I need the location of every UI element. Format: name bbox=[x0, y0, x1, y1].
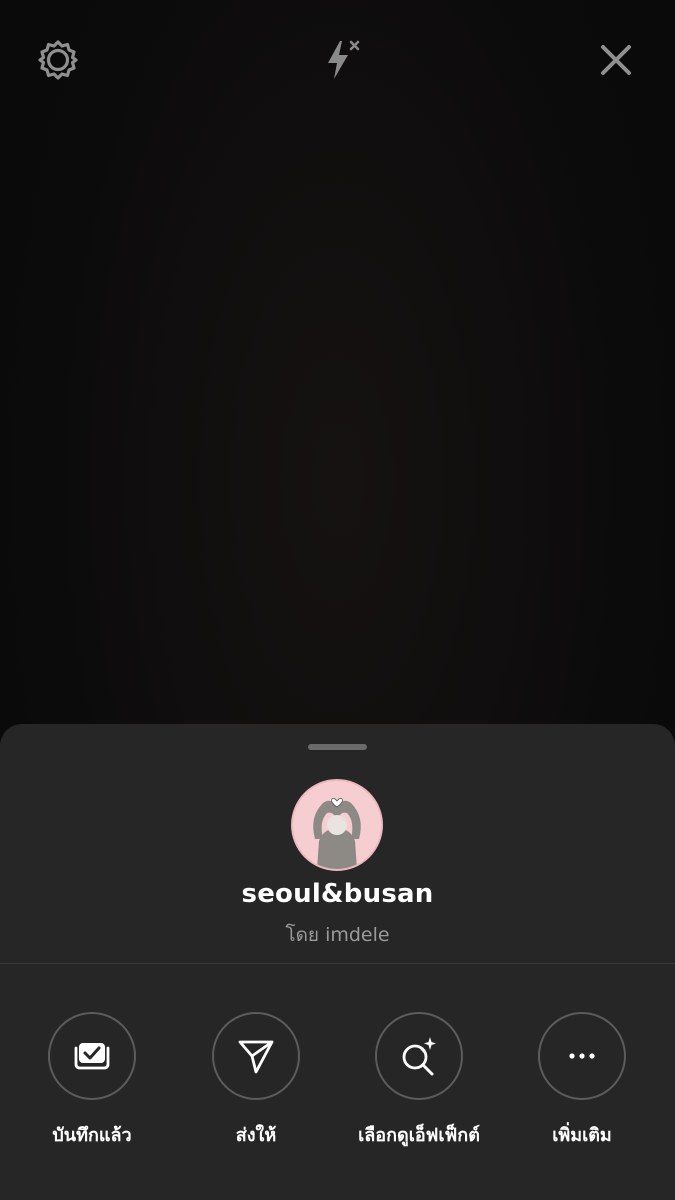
browse-effects-button[interactable] bbox=[375, 1012, 463, 1100]
browse-effects-action[interactable]: เลือกดูเอ็ฟเฟ็กต์ bbox=[339, 1012, 499, 1149]
gear-icon bbox=[38, 40, 78, 80]
settings-button[interactable] bbox=[34, 36, 82, 84]
effect-title: seoul&busan bbox=[241, 879, 434, 909]
effect-author-line[interactable]: โดย imdele bbox=[0, 920, 675, 950]
saved-action[interactable]: บันทึกแล้ว bbox=[12, 1012, 172, 1149]
effect-bottom-sheet: seoul&busan โดย imdele บันทึกแล้ว ส่งให้… bbox=[0, 724, 675, 1200]
more-icon bbox=[569, 1053, 595, 1059]
sheet-grabber-handle[interactable] bbox=[308, 744, 367, 750]
close-icon bbox=[601, 45, 631, 75]
saved-button[interactable] bbox=[48, 1012, 136, 1100]
close-button[interactable] bbox=[592, 36, 640, 84]
effect-thumbnail-image bbox=[293, 781, 381, 869]
more-action[interactable]: เพิ่มเติม bbox=[502, 1012, 662, 1149]
send-action[interactable]: ส่งให้ bbox=[176, 1012, 336, 1149]
browse-effects-label: เลือกดูเอ็ฟเฟ็กต์ bbox=[358, 1125, 480, 1146]
more-button[interactable] bbox=[538, 1012, 626, 1100]
more-label: เพิ่มเติม bbox=[552, 1125, 612, 1146]
author-name[interactable]: imdele bbox=[325, 924, 390, 946]
saved-check-icon bbox=[74, 1043, 110, 1070]
action-row: บันทึกแล้ว ส่งให้ เลือกดูเอ็ฟเฟ็กต์ เพิ่… bbox=[0, 1012, 675, 1162]
flash-off-icon bbox=[328, 40, 360, 79]
by-label: โดย bbox=[285, 924, 320, 946]
effect-avatar bbox=[291, 779, 383, 871]
browse-effects-icon bbox=[402, 1037, 436, 1076]
saved-label: บันทึกแล้ว bbox=[52, 1125, 132, 1146]
flash-toggle-button[interactable] bbox=[316, 36, 364, 84]
send-icon bbox=[238, 1040, 274, 1074]
send-button[interactable] bbox=[212, 1012, 300, 1100]
send-label: ส่งให้ bbox=[235, 1125, 277, 1146]
camera-screen: seoul&busan โดย imdele บันทึกแล้ว ส่งให้… bbox=[0, 0, 675, 1200]
sheet-divider bbox=[0, 963, 675, 964]
